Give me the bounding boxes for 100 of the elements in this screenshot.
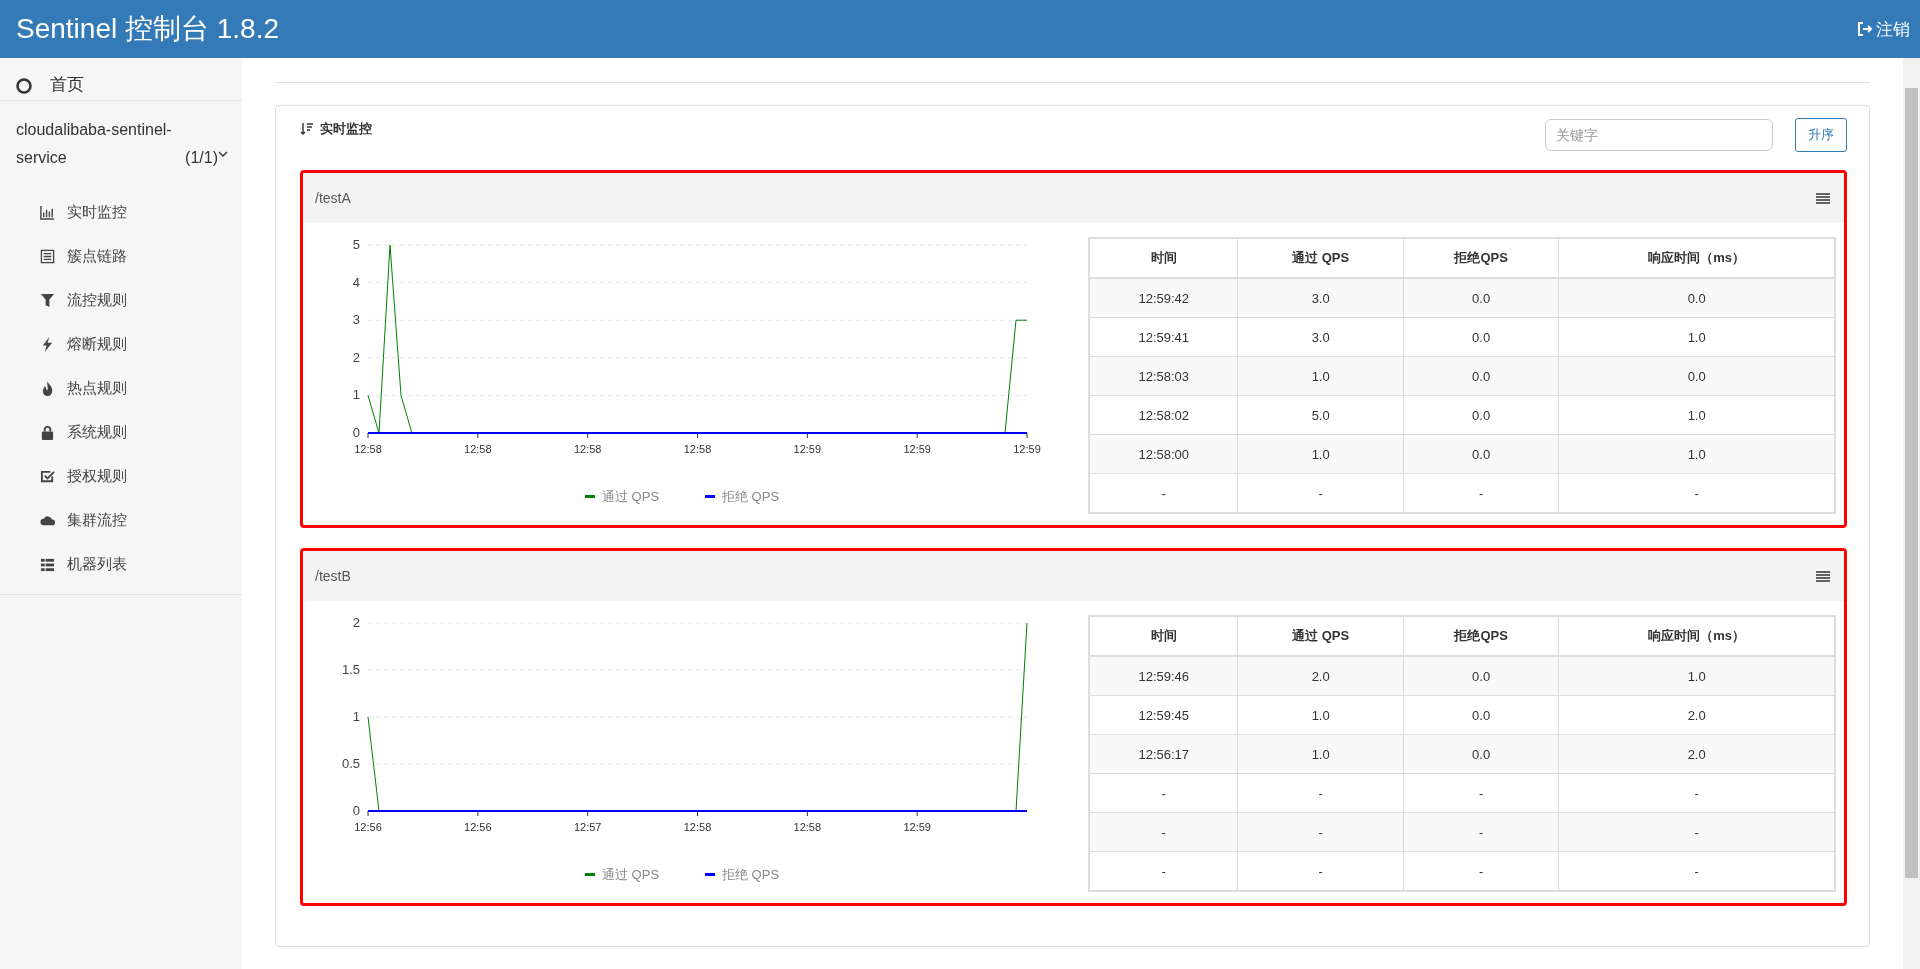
sidebar-item[interactable]: 熔断规则	[0, 322, 242, 366]
x-tick-label: 12:56	[354, 821, 382, 833]
legend-swatch	[585, 495, 595, 498]
table-cell: 0.0	[1403, 695, 1559, 735]
table-cell: 5.0	[1237, 395, 1404, 435]
x-tick-label: 12:58	[683, 821, 712, 833]
legend-swatch	[705, 873, 715, 876]
x-tick-label: 12:58	[464, 443, 492, 455]
table-cell: 2.0	[1237, 656, 1404, 696]
table-cell: 12:59:45	[1089, 695, 1238, 735]
sidebar-item[interactable]: 机器列表	[0, 542, 242, 586]
app-title: Sentinel 控制台 1.8.2	[16, 12, 280, 46]
list-icon	[40, 248, 55, 264]
table-cell: 0.0	[1403, 317, 1559, 357]
table-cell: 1.0	[1237, 434, 1404, 474]
list-icon	[40, 556, 55, 572]
x-tick-label: 12:58	[573, 443, 602, 455]
table-cell: -	[1403, 812, 1559, 852]
resource-name: /testA	[315, 190, 351, 206]
table-cell: -	[1089, 773, 1238, 813]
bar-chart-icon	[40, 204, 55, 220]
sidebar-item[interactable]: 实时监控	[0, 190, 242, 234]
sidebar-item[interactable]: 流控规则	[0, 278, 242, 322]
sidebar-item[interactable]: 系统规则	[0, 410, 242, 454]
resource-name: /testB	[315, 568, 351, 584]
filter-icon	[40, 292, 55, 308]
sidebar-item-label: 流控规则	[67, 290, 127, 310]
sidebar-item-label: 实时监控	[67, 202, 127, 222]
table-cell: 0.0	[1403, 278, 1559, 318]
sidebar-item[interactable]: 授权规则	[0, 454, 242, 498]
sidebar-item[interactable]: 集群流控	[0, 498, 242, 542]
table-cell: 0.0	[1403, 656, 1559, 696]
lock-icon	[40, 424, 55, 440]
x-tick-label: 12:57	[573, 821, 602, 833]
x-tick-label: 12:59	[1013, 443, 1041, 455]
x-tick-label: 12:58	[793, 821, 822, 833]
legend-label: 通过 QPS	[602, 867, 660, 882]
flame-icon	[40, 380, 55, 396]
y-tick-label: 0.5	[341, 756, 360, 771]
y-tick-label: 1.5	[341, 662, 360, 677]
scrollbar[interactable]	[1903, 58, 1920, 969]
sort-icon	[300, 122, 314, 136]
x-tick-label: 12:59	[903, 443, 931, 455]
sidebar-item[interactable]: 热点规则	[0, 366, 242, 410]
table-cell: 12:58:00	[1089, 434, 1238, 474]
table-cell: 1.0	[1237, 734, 1404, 774]
legend-label: 通过 QPS	[602, 489, 660, 504]
sidebar-item-label: 系统规则	[67, 422, 127, 442]
x-tick-label: 12:56	[464, 821, 492, 833]
sidebar-item[interactable]: 簇点链路	[0, 234, 242, 278]
table-cell: -	[1089, 812, 1238, 852]
table-cell: 12:59:46	[1089, 656, 1238, 696]
home-menu-item[interactable]: 首页	[0, 58, 242, 101]
y-tick-label: 4	[352, 274, 360, 290]
sidebar-item-label: 集群流控	[67, 510, 127, 530]
y-tick-label: 2	[352, 349, 360, 365]
table-cell: 3.0	[1237, 317, 1404, 357]
y-tick-label: 3	[352, 312, 360, 328]
legend-label: 拒绝 QPS	[722, 867, 780, 882]
table-cell: 0.0	[1403, 734, 1559, 774]
dashboard-icon	[16, 78, 32, 94]
x-tick-label: 12:58	[683, 443, 712, 455]
sidebar-item-label: 热点规则	[67, 378, 127, 398]
logout-link[interactable]: 注销	[1857, 17, 1910, 41]
logout-icon	[1857, 22, 1873, 36]
y-tick-label: 1	[352, 387, 360, 403]
y-tick-label: 2	[352, 615, 360, 630]
table-cell: -	[1237, 773, 1404, 813]
table-cell: 1.0	[1237, 695, 1404, 735]
y-tick-label: 5	[352, 237, 360, 252]
table-cell: -	[1237, 812, 1404, 852]
legend-swatch	[705, 495, 715, 498]
x-tick-label: 12:59	[793, 443, 822, 455]
table-cell: 0.0	[1403, 395, 1559, 435]
sort-button[interactable]: 升序	[1795, 118, 1847, 152]
legend-label: 拒绝 QPS	[722, 489, 780, 504]
table-cell: 3.0	[1237, 278, 1404, 318]
table-cell: 0.0	[1403, 434, 1559, 474]
sidebar-item-label: 熔断规则	[67, 334, 127, 354]
menu-icon[interactable]	[1816, 570, 1830, 582]
app-menu-item[interactable]: (1/1) cloudalibaba-sentinel-service	[0, 101, 242, 190]
table-cell: 12:58:03	[1089, 356, 1238, 396]
table-cell: 1.0	[1237, 356, 1404, 396]
sidebar-item-label: 机器列表	[67, 554, 127, 574]
y-tick-label: 0	[352, 803, 360, 818]
sidebar-item-label: 簇点链路	[67, 246, 127, 266]
table-cell: 0.0	[1403, 356, 1559, 396]
table-cell: 12:56:17	[1089, 734, 1238, 774]
legend-swatch	[585, 873, 595, 876]
x-tick-label: 12:59	[903, 821, 931, 833]
menu-icon[interactable]	[1816, 192, 1830, 204]
table-cell: 12:59:41	[1089, 317, 1238, 357]
table-cell: 12:59:42	[1089, 278, 1238, 318]
card-title: 实时监控	[300, 116, 372, 138]
sidebar-item-label: 授权规则	[67, 466, 127, 486]
x-tick-label: 12:58	[354, 443, 382, 455]
y-tick-label: 1	[352, 709, 360, 724]
table-cell: 12:58:02	[1089, 395, 1238, 435]
search-field[interactable]: 关键字	[1545, 119, 1773, 151]
checkbox-icon	[40, 468, 55, 484]
